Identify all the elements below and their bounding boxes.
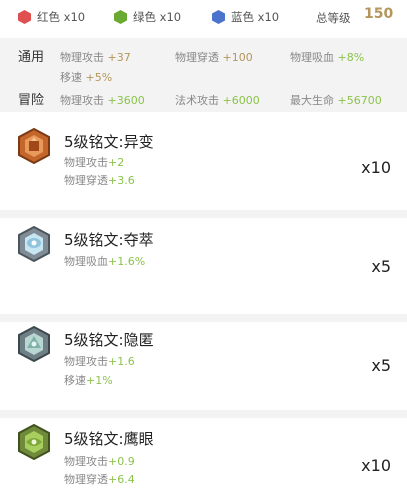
stat-value: +8% (337, 51, 365, 64)
rune-attr: 物理穿透+3.6 (64, 172, 135, 188)
gem-green: 绿色 x10 (114, 8, 181, 26)
rune-attr-value: +3.6 (108, 174, 135, 187)
rune-count: x5 (371, 257, 391, 276)
stat-name: 法术攻击 (175, 94, 219, 107)
rune-attr-name: 物理吸血 (64, 255, 108, 268)
stat-value: +100 (222, 51, 253, 64)
gem-label: 红色 x10 (37, 10, 86, 24)
rune-name: 5级铭文:异变 (64, 133, 154, 151)
rune-attr-name: 移速 (64, 374, 86, 387)
rune-name: 5级铭文:夺萃 (64, 231, 154, 249)
rune-card[interactable]: 5级铭文:隐匿 物理攻击+1.6 移速+1% x5 (0, 322, 407, 410)
stat-name: 移速 (60, 71, 82, 84)
rune-card[interactable]: 5级铭文:鹰眼 物理攻击+0.9 物理穿透+6.4 x10 (0, 418, 407, 500)
rune-attr: 物理攻击+2 (64, 154, 124, 170)
rune-attr: 物理穿透+6.4 (64, 471, 135, 487)
stat-item: 物理吸血 +8% (290, 49, 364, 65)
rune-attr-value: +0.9 (108, 455, 135, 468)
blue-hexagon-icon (212, 10, 225, 24)
divider (0, 410, 407, 418)
green-hexagon-icon (114, 10, 127, 24)
total-level-value: 150 (364, 6, 394, 22)
stat-item: 物理攻击 +3600 (60, 92, 145, 108)
stat-item: 最大生命 +56700 (290, 92, 382, 108)
rune-attr: 物理吸血+1.6% (64, 253, 145, 269)
rune-card[interactable]: 5级铭文:夺萃 物理吸血+1.6% x5 (0, 218, 407, 314)
general-label: 通用 (18, 50, 45, 65)
rune-attr: 物理攻击+1.6 (64, 353, 135, 369)
rune-attr-value: +1.6% (108, 255, 146, 268)
gem-blue: 蓝色 x10 (212, 8, 279, 26)
rune-count: x10 (361, 456, 391, 475)
gem-label: 蓝色 x10 (231, 10, 280, 24)
stat-name: 物理吸血 (290, 51, 334, 64)
rune-attr-value: +2 (108, 156, 125, 169)
rune-attr-name: 物理穿透 (64, 174, 108, 187)
stat-item: 物理穿透 +100 (175, 49, 253, 65)
adventure-label: 冒险 (18, 93, 45, 108)
green-rune-icon (18, 424, 50, 460)
stat-value: +5% (85, 71, 113, 84)
stat-item: 物理攻击 +37 (60, 49, 131, 65)
rune-attr-name: 物理攻击 (64, 156, 108, 169)
top-bar: 红色 x10 绿色 x10 蓝色 x10 总等级 150 (0, 0, 407, 36)
rune-attr-name: 物理攻击 (64, 455, 108, 468)
rune-count: x5 (371, 356, 391, 375)
rune-attr-value: +6.4 (108, 473, 135, 486)
total-level-label: 总等级 (316, 11, 351, 25)
stat-item: 法术攻击 +6000 (175, 92, 260, 108)
stat-item: 移速 +5% (60, 69, 112, 85)
rune-attr-name: 物理攻击 (64, 355, 108, 368)
stat-name: 最大生命 (290, 94, 334, 107)
rune-attr: 物理攻击+0.9 (64, 453, 135, 469)
gem-label: 绿色 x10 (133, 10, 182, 24)
stat-value: +3600 (107, 94, 145, 107)
stat-value: +37 (107, 51, 131, 64)
teal-rune-icon (18, 326, 50, 362)
stat-name: 物理攻击 (60, 94, 104, 107)
rune-card[interactable]: 5级铭文:异变 物理攻击+2 物理穿透+3.6 x10 (0, 112, 407, 210)
stats-summary: 通用 物理攻击 +37 物理穿透 +100 物理吸血 +8% 移速 +5% 冒险… (0, 38, 407, 112)
rune-attr-name: 物理穿透 (64, 473, 108, 486)
rune-count: x10 (361, 158, 391, 177)
rune-name: 5级铭文:鹰眼 (64, 430, 154, 448)
stat-value: +6000 (222, 94, 260, 107)
blue-rune-icon (18, 226, 50, 262)
rune-attr: 移速+1% (64, 372, 113, 388)
red-rune-icon (18, 128, 50, 164)
rune-attr-value: +1% (86, 374, 113, 387)
stat-value: +56700 (337, 94, 382, 107)
stat-name: 物理穿透 (175, 51, 219, 64)
divider (0, 210, 407, 218)
stat-name: 物理攻击 (60, 51, 104, 64)
rune-attr-value: +1.6 (108, 355, 135, 368)
gem-red: 红色 x10 (18, 8, 85, 26)
rune-name: 5级铭文:隐匿 (64, 331, 154, 349)
red-hexagon-icon (18, 10, 31, 24)
divider (0, 314, 407, 322)
